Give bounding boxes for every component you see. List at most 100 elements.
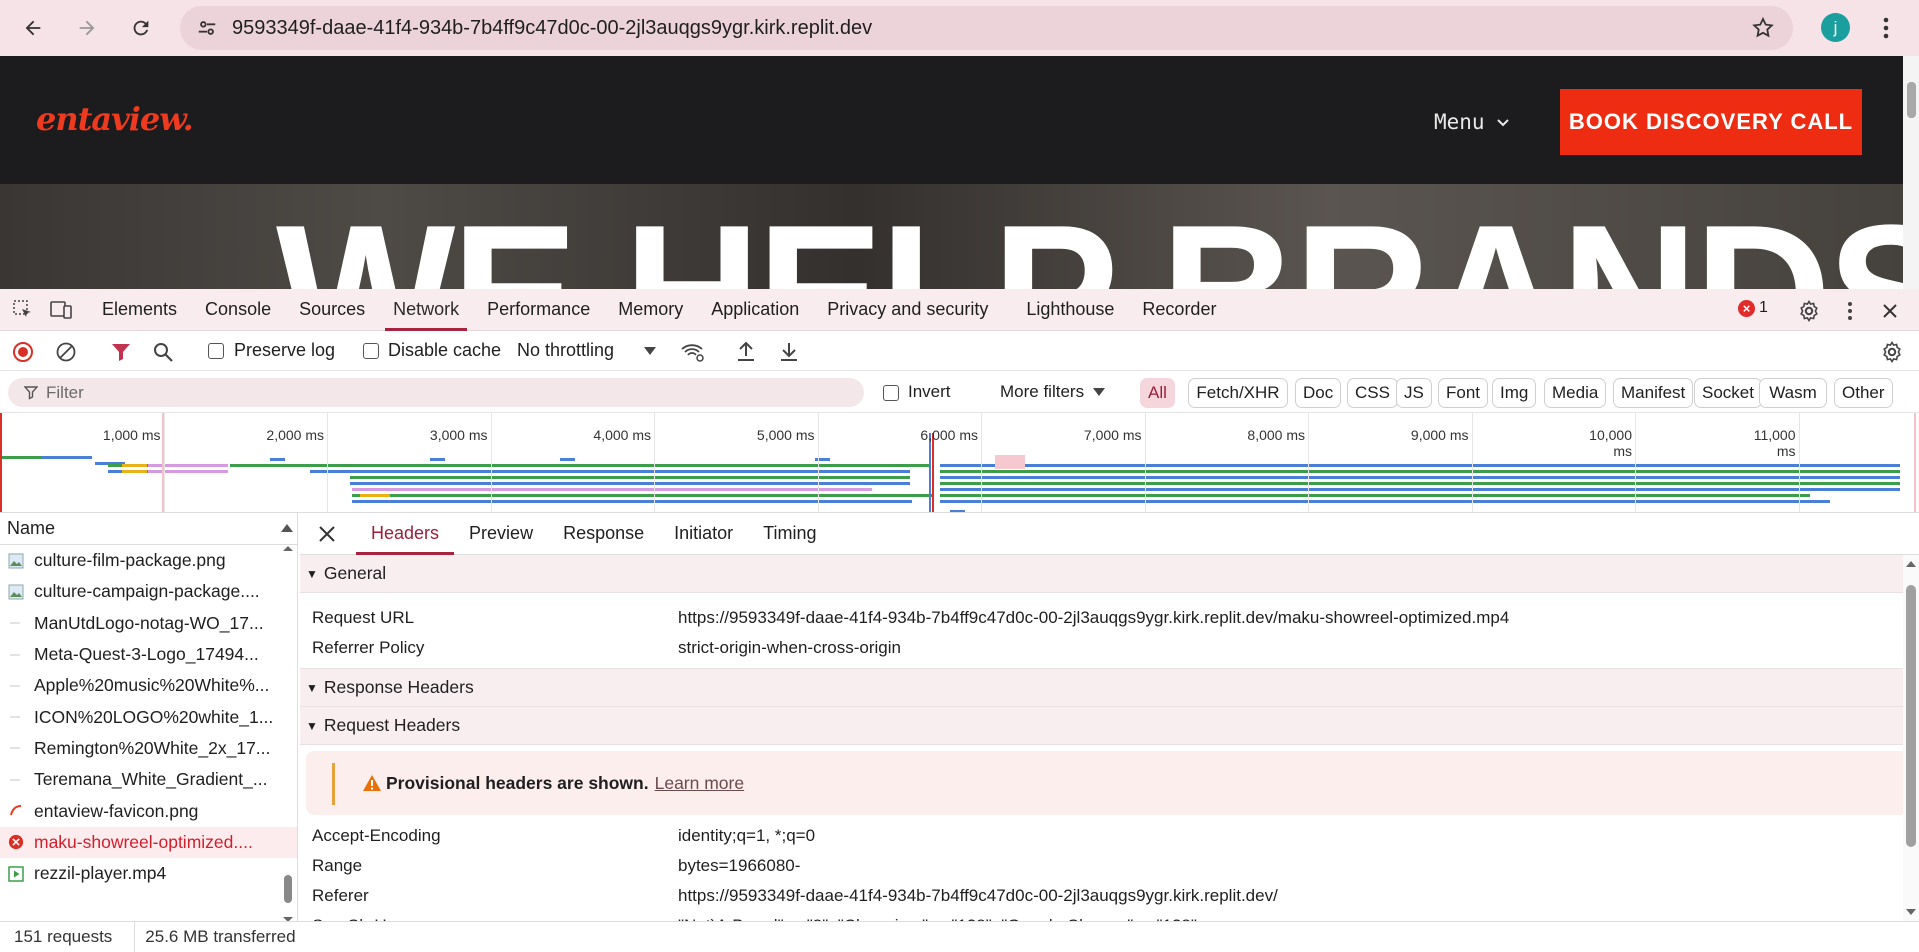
devtools-menu-icon[interactable] [1840, 299, 1860, 323]
more-filters-label: More filters [1000, 382, 1085, 401]
error-count-badge[interactable]: × 1 [1738, 299, 1768, 317]
detail-tab-headers[interactable]: Headers [356, 513, 455, 555]
devtools-tab-console[interactable]: Console [191, 289, 285, 331]
timeline-request-bar [350, 476, 910, 479]
type-filter-fetch-xhr[interactable]: Fetch/XHR [1188, 378, 1288, 408]
search-icon[interactable] [152, 341, 174, 363]
filter-input[interactable]: Filter [8, 378, 864, 407]
detail-tab-timing[interactable]: Timing [748, 513, 831, 555]
type-filter-manifest[interactable]: Manifest [1613, 378, 1694, 408]
bookmark-star-icon[interactable] [1751, 16, 1775, 40]
network-timeline-overview[interactable]: 1,000 ms 2,000 ms 3,000 ms 4,000 ms 5,000 ms… [0, 413, 1919, 513]
address-bar[interactable]: 9593349f-daae-41f4-934b-7b4ff9c47d0c-00-… [180, 6, 1793, 50]
type-filter-doc[interactable]: Doc [1295, 378, 1342, 408]
more-filters-dropdown[interactable]: More filters [1000, 382, 1106, 402]
profile-avatar[interactable]: j [1821, 13, 1850, 42]
detail-tab-initiator[interactable]: Initiator [659, 513, 748, 555]
header-value[interactable]: https://9593349f-daae-41f4-934b-7b4ff9c4… [678, 608, 1509, 628]
timeline-tick-label: 3,000 ms [429, 427, 488, 443]
request-row[interactable]: culture-film-package.png [0, 545, 297, 576]
export-har-icon[interactable] [778, 340, 800, 364]
request-row[interactable]: culture-campaign-package.... [0, 576, 297, 607]
type-filter-socket[interactable]: Socket [1694, 378, 1762, 408]
type-filter-img[interactable]: Img [1492, 378, 1537, 408]
request-row[interactable]: entaview-favicon.png [0, 795, 297, 826]
type-filter-media[interactable]: Media [1544, 378, 1607, 408]
clear-icon[interactable] [55, 341, 77, 363]
request-row[interactable]: ManUtdLogo-notag-WO_17... [0, 608, 297, 639]
dropdown-arrow-icon [1093, 388, 1106, 396]
name-column-header[interactable]: Name [0, 513, 297, 545]
devtools-tab-application[interactable]: Application [697, 289, 813, 331]
import-har-icon[interactable] [735, 340, 757, 364]
image-file-icon [8, 553, 24, 569]
page-scrollbar-thumb[interactable] [1907, 82, 1916, 118]
request-row[interactable]: Apple%20music%20White%... [0, 670, 297, 701]
site-menu-button[interactable]: Menu [1434, 110, 1511, 134]
request-row[interactable]: Teremana_White_Gradient_... [0, 764, 297, 795]
entaview-logo[interactable]: entaview. [36, 100, 194, 138]
timeline-request-bar [560, 458, 575, 461]
devtools-tab-lighthouse[interactable]: Lighthouse [1012, 289, 1128, 331]
request-row[interactable]: rezzil-player.mp4 [0, 858, 297, 889]
header-value[interactable]: identity;q=1, *;q=0 [678, 826, 815, 846]
timeline-request-bar [230, 464, 930, 467]
detail-tab-response[interactable]: Response [548, 513, 659, 555]
network-conditions-icon[interactable] [680, 340, 706, 364]
devtools-tab-elements[interactable]: Elements [88, 289, 191, 331]
disable-cache-checkbox[interactable] [363, 343, 379, 359]
response-headers-section-header[interactable]: ▼ Response Headers [300, 669, 1919, 707]
header-value[interactable]: strict-origin-when-cross-origin [678, 638, 901, 658]
request-row[interactable]: Remington%20White_2x_17... [0, 733, 297, 764]
devtools-tab-performance[interactable]: Performance [473, 289, 604, 331]
type-filter-other[interactable]: Other [1834, 378, 1893, 408]
device-toolbar-icon[interactable] [42, 289, 80, 331]
detail-tab-preview[interactable]: Preview [454, 513, 548, 555]
forward-button[interactable] [70, 11, 104, 45]
url-text[interactable]: 9593349f-daae-41f4-934b-7b4ff9c47d0c-00-… [232, 17, 872, 40]
sort-up-icon[interactable] [281, 523, 293, 533]
request-list-scrollbar[interactable] [280, 545, 296, 925]
request-row[interactable]: Meta-Quest-3-Logo_17494... [0, 639, 297, 670]
learn-more-link[interactable]: Learn more [655, 773, 745, 794]
invert-checkbox[interactable] [883, 385, 899, 401]
site-settings-icon[interactable] [196, 17, 218, 39]
throttling-select[interactable]: No throttling [517, 340, 657, 361]
devtools-tab-network[interactable]: Network [379, 289, 473, 331]
browser-menu-icon[interactable] [1876, 14, 1896, 42]
network-settings-gear-icon[interactable] [1880, 340, 1904, 364]
book-discovery-call-button[interactable]: BOOK DISCOVERY CALL [1560, 89, 1862, 155]
inspect-element-icon[interactable] [4, 289, 42, 331]
request-headers-section-header[interactable]: ▼ Request Headers [300, 707, 1919, 745]
header-value[interactable]: bytes=1966080- [678, 856, 800, 876]
general-section-header[interactable]: ▼ General [300, 555, 1919, 593]
close-devtools-icon[interactable] [1880, 301, 1900, 321]
back-button[interactable] [16, 11, 50, 45]
type-filter-css[interactable]: CSS [1347, 378, 1398, 408]
devtools-tab-recorder[interactable]: Recorder [1128, 289, 1230, 331]
timeline-request-bar [940, 470, 1900, 473]
reload-button[interactable] [124, 11, 158, 45]
site-header: entaview. Menu BOOK DISCOVERY CALL [0, 56, 1903, 184]
type-filter-wasm[interactable]: Wasm [1759, 378, 1827, 408]
preserve-log-checkbox[interactable] [208, 343, 224, 359]
type-filter-all[interactable]: All [1140, 378, 1175, 408]
settings-gear-icon[interactable] [1797, 299, 1821, 323]
request-row[interactable]: maku-showreel-optimized.... [0, 826, 297, 858]
page-scrollbar[interactable] [1903, 56, 1919, 289]
header-value[interactable]: https://9593349f-daae-41f4-934b-7b4ff9c4… [678, 886, 1278, 906]
header-row: Referer https://9593349f-daae-41f4-934b-7… [300, 881, 1919, 911]
details-scrollbar-thumb[interactable] [1906, 585, 1916, 847]
request-row[interactable]: ICON%20LOGO%20white_1... [0, 701, 297, 732]
filter-funnel-icon[interactable] [110, 341, 132, 363]
record-stop-icon[interactable] [12, 341, 34, 363]
type-filter-js[interactable]: JS [1396, 378, 1432, 408]
details-scrollbar[interactable] [1903, 555, 1919, 921]
close-details-icon[interactable] [318, 525, 336, 543]
devtools-tab-memory[interactable]: Memory [604, 289, 697, 331]
timeline-request-bar [940, 482, 1900, 485]
type-filter-font[interactable]: Font [1438, 378, 1489, 408]
devtools-panel: Elements Console Sources Network Performance… [0, 289, 1919, 952]
devtools-tab-privacy-and-security[interactable]: Privacy and security [813, 289, 1002, 331]
devtools-tab-sources[interactable]: Sources [285, 289, 379, 331]
